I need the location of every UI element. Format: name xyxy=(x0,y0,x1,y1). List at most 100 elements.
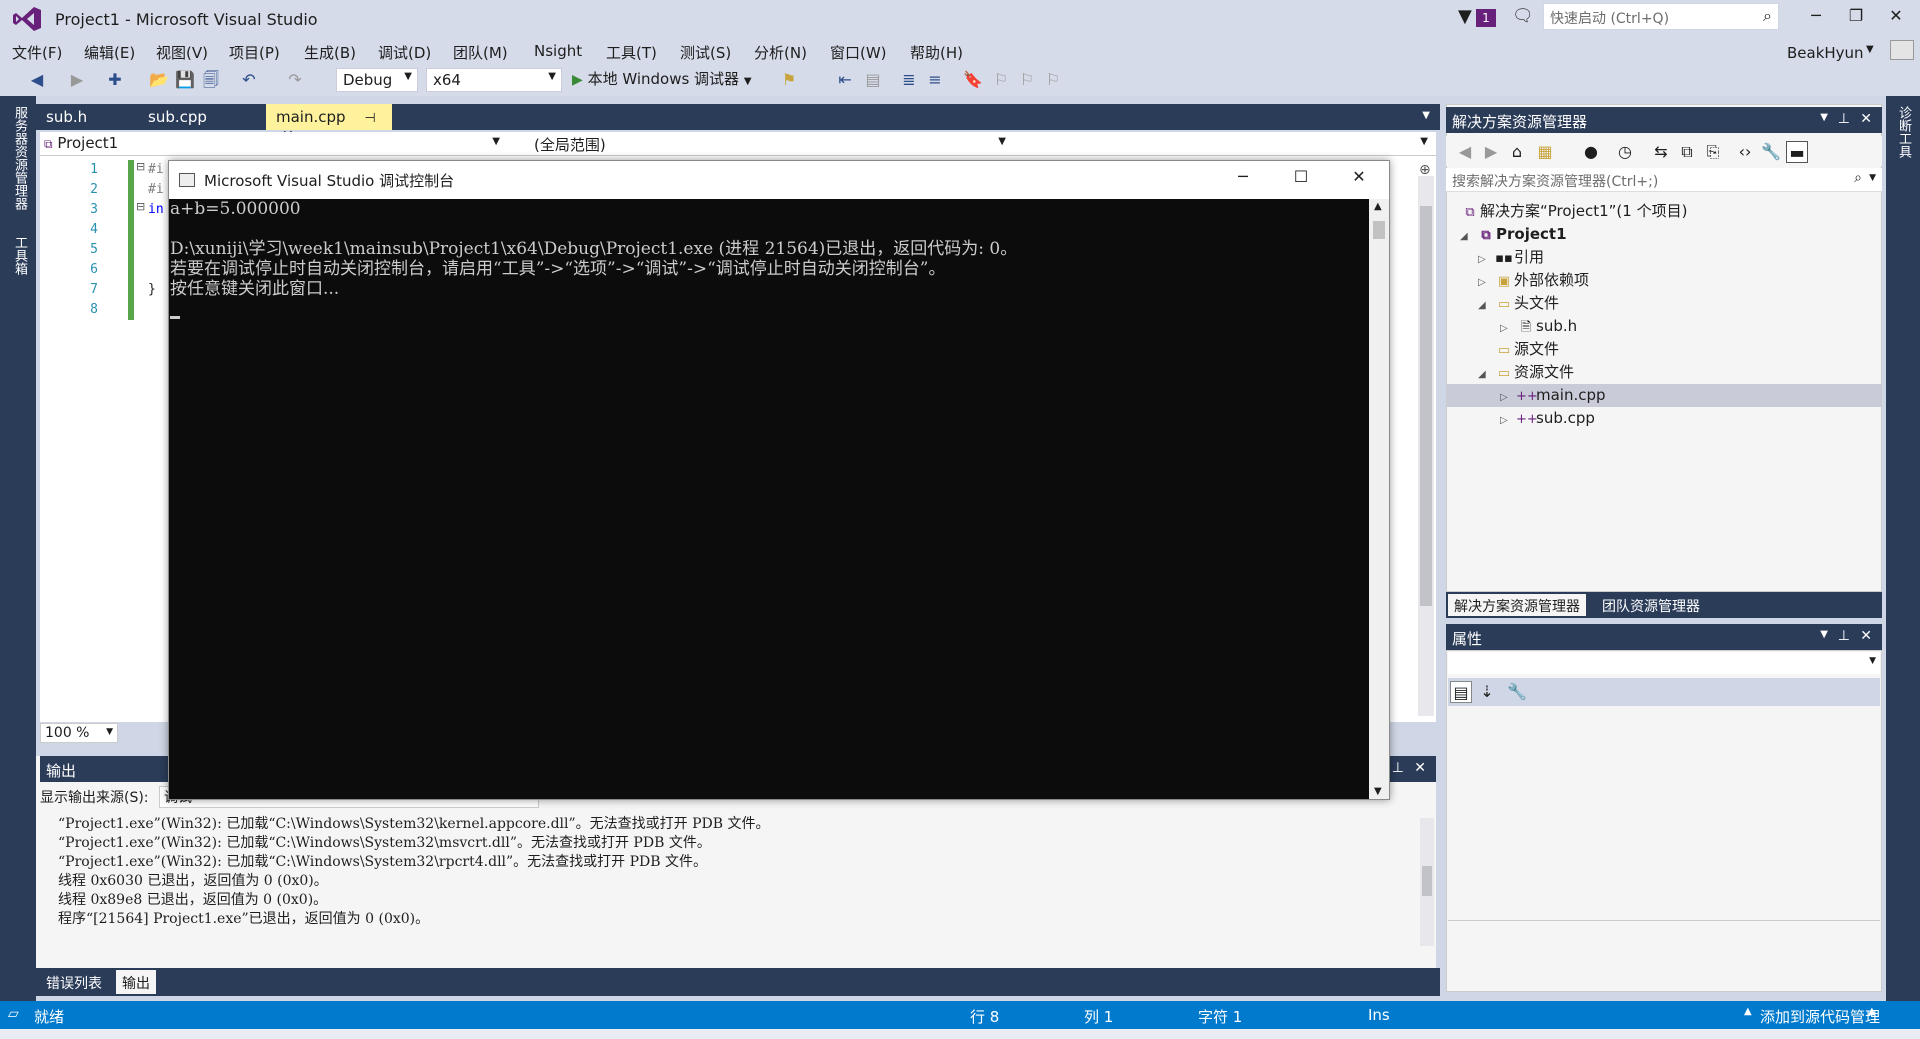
console-close-button[interactable]: ✕ xyxy=(1339,167,1379,193)
editor-vertical-scrollbar[interactable] xyxy=(1418,176,1434,716)
expanded-arrow-icon[interactable]: ◢ xyxy=(1478,294,1494,317)
user-dropdown-icon[interactable]: ▼ xyxy=(1866,44,1874,55)
chevron-down-icon[interactable]: ▼ xyxy=(1869,173,1876,183)
pin-icon[interactable]: ⊣ xyxy=(364,111,375,126)
collapse-icon[interactable]: ⊟ xyxy=(136,200,145,213)
forward-icon[interactable]: ▶ xyxy=(66,69,88,91)
console-title-bar[interactable]: Microsoft Visual Studio 调试控制台 ─ ☐ ✕ xyxy=(169,161,1389,199)
tree-source-files[interactable]: ▭ 源文件 xyxy=(1494,338,1559,361)
menu-test[interactable]: 测试(S) xyxy=(680,42,731,63)
scroll-thumb[interactable] xyxy=(1422,866,1432,896)
toolbox-tab[interactable]: 工具箱 xyxy=(10,236,29,275)
scope-nav-select[interactable]: (全局范围) ▼ xyxy=(510,134,1010,154)
pin-icon[interactable]: ⊥ xyxy=(1838,628,1850,644)
tab-team-explorer[interactable]: 团队资源管理器 xyxy=(1596,594,1706,616)
pending-changes-icon[interactable]: ◷ xyxy=(1614,141,1636,163)
up-arrow-icon[interactable]: ▲ xyxy=(1868,1006,1876,1017)
clear-bookmarks-icon[interactable]: ⚐ xyxy=(1042,69,1064,91)
back-icon[interactable]: ◀ xyxy=(26,69,48,91)
tab-error-list[interactable]: 错误列表 xyxy=(40,970,108,994)
notification-badge[interactable]: 1 xyxy=(1476,9,1496,27)
tab-solution-explorer[interactable]: 解决方案资源管理器 xyxy=(1448,594,1586,616)
scroll-up-icon[interactable]: ▲ xyxy=(1374,201,1382,212)
tree-sub-h[interactable]: ▷ 🗎 sub.h xyxy=(1500,315,1577,338)
user-name[interactable]: BeakHyun xyxy=(1787,44,1864,62)
scroll-thumb[interactable] xyxy=(1373,221,1385,239)
close-button[interactable]: ✕ xyxy=(1876,6,1916,32)
home-icon[interactable]: ⌂ xyxy=(1506,141,1528,163)
notification-filter-icon[interactable]: ▼ xyxy=(1458,6,1472,27)
server-explorer-tab[interactable]: 服务器资源管理器 xyxy=(10,106,29,210)
menu-window[interactable]: 窗口(W) xyxy=(830,42,887,63)
tab-sub-cpp[interactable]: sub.cpp xyxy=(138,104,217,130)
add-to-source-control-button[interactable]: 添加到源代码管理 xyxy=(1760,1006,1880,1027)
menu-project[interactable]: 项目(P) xyxy=(229,42,280,63)
categorized-icon[interactable]: ▤ xyxy=(1450,681,1472,703)
menu-view[interactable]: 视图(V) xyxy=(156,42,208,63)
close-icon[interactable]: ✕ xyxy=(1860,628,1872,644)
output-vertical-scrollbar[interactable] xyxy=(1420,818,1434,946)
member-nav-select[interactable]: ▼ xyxy=(1016,134,1432,154)
console-minimize-button[interactable]: ─ xyxy=(1223,167,1263,193)
properties-icon[interactable]: 🔧 xyxy=(1760,141,1782,163)
menu-build[interactable]: 生成(B) xyxy=(304,42,356,63)
step-icon[interactable]: ⇤ xyxy=(834,69,856,91)
properties-object-select[interactable]: ▼ xyxy=(1448,652,1880,674)
tree-external-deps[interactable]: ▷ ▣ 外部依赖项 xyxy=(1478,269,1589,292)
tree-solution[interactable]: ⧉ 解决方案“Project1”(1 个项目) xyxy=(1460,200,1687,223)
tree-header-files[interactable]: ◢ ▭ 头文件 xyxy=(1478,292,1559,315)
dropdown-icon[interactable]: ▼ xyxy=(1820,112,1828,123)
save-icon[interactable]: 💾 xyxy=(174,69,196,91)
find-icon[interactable]: ⚑ xyxy=(778,69,800,91)
debug-console-window[interactable]: Microsoft Visual Studio 调试控制台 ─ ☐ ✕ a+b=… xyxy=(168,160,1390,800)
expanded-arrow-icon[interactable]: ◢ xyxy=(1478,363,1494,386)
collapsed-arrow-icon[interactable]: ▷ xyxy=(1478,248,1494,271)
next-bookmark-icon[interactable]: ⚐ xyxy=(1016,69,1038,91)
tab-sub-h[interactable]: sub.h xyxy=(36,104,97,130)
new-project-icon[interactable]: ✚ xyxy=(104,69,126,91)
tab-overflow-icon[interactable]: ▼ xyxy=(1422,110,1430,121)
scroll-down-icon[interactable]: ▼ xyxy=(1374,786,1382,797)
feedback-icon[interactable]: 🗨 xyxy=(1512,6,1534,26)
tree-resource-files[interactable]: ◢ ▭ 资源文件 xyxy=(1478,361,1574,384)
up-arrow-icon[interactable]: ▲ xyxy=(1744,1006,1752,1017)
preview-icon[interactable]: ▬ xyxy=(1786,141,1808,163)
menu-debug[interactable]: 调试(D) xyxy=(378,42,431,63)
forward-icon[interactable]: ▶ xyxy=(1480,141,1502,163)
tab-output[interactable]: 输出 xyxy=(116,970,156,994)
alphabetical-icon[interactable]: ⇣ xyxy=(1476,681,1498,703)
project-nav-select[interactable]: ⧉ Project1 ▼ xyxy=(44,134,504,154)
menu-team[interactable]: 团队(M) xyxy=(453,42,508,63)
open-folder-icon[interactable]: 📂 xyxy=(148,69,170,91)
restore-button[interactable]: ❐ xyxy=(1836,6,1876,32)
dropdown-icon[interactable]: ▼ xyxy=(1820,629,1828,640)
tab-main-cpp[interactable]: main.cpp ⊣ ✕ xyxy=(266,104,392,144)
refresh-icon[interactable]: ⇆ xyxy=(1650,141,1672,163)
collapse-icon[interactable]: ⊟ xyxy=(136,160,145,173)
undo-icon[interactable]: ↶ xyxy=(238,69,260,91)
menu-help[interactable]: 帮助(H) xyxy=(910,42,963,63)
zoom-select[interactable]: 100 % ▼ xyxy=(40,723,118,743)
tree-references[interactable]: ▷ ▪▪引用 xyxy=(1478,246,1544,269)
start-debugging-button[interactable]: ▶ 本地 Windows 调试器 ▼ xyxy=(572,68,752,92)
show-all-files-icon[interactable]: ⎘ xyxy=(1702,141,1724,163)
pin-icon[interactable]: ⊥ xyxy=(1392,760,1404,776)
console-maximize-button[interactable]: ☐ xyxy=(1281,167,1321,193)
solution-search-input[interactable]: 搜索解决方案资源管理器(Ctrl+;) ⌕ ▼ xyxy=(1446,168,1882,192)
diagnostic-tools-tab[interactable]: 诊断工具 xyxy=(1894,106,1913,158)
avatar[interactable] xyxy=(1890,40,1914,60)
switch-views-icon[interactable]: ▦ xyxy=(1534,141,1556,163)
comment-icon[interactable]: ▤ xyxy=(862,69,884,91)
back-icon[interactable]: ◀ xyxy=(1454,141,1476,163)
prev-bookmark-icon[interactable]: ⚐ xyxy=(990,69,1012,91)
menu-tools[interactable]: 工具(T) xyxy=(606,42,657,63)
expanded-arrow-icon[interactable]: ◢ xyxy=(1460,225,1476,248)
tree-sub-cpp[interactable]: ▷ ++sub.cpp xyxy=(1500,407,1595,430)
tree-project[interactable]: ◢ ⧉ Project1 xyxy=(1460,223,1567,246)
sync-icon[interactable]: ● xyxy=(1580,141,1602,163)
scroll-thumb[interactable] xyxy=(1420,206,1432,606)
quick-launch-input[interactable]: 快速启动 (Ctrl+Q) ⌕ xyxy=(1543,3,1779,30)
minimize-button[interactable]: ─ xyxy=(1796,6,1836,32)
property-pages-icon[interactable]: 🔧 xyxy=(1506,681,1528,703)
collapsed-arrow-icon[interactable]: ▷ xyxy=(1478,271,1494,294)
